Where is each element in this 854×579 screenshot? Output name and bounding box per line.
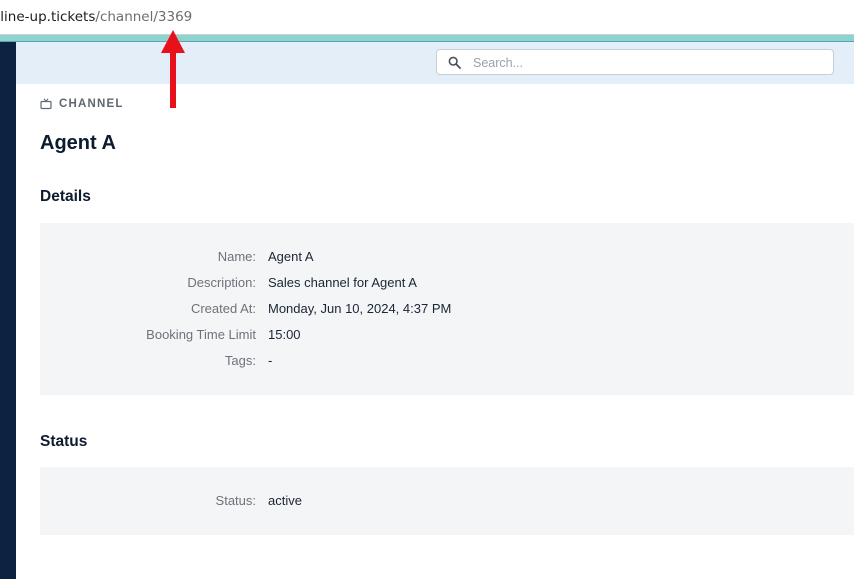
detail-row-description: Description: Sales channel for Agent A — [40, 275, 854, 295]
url-path: /channel/3369 — [95, 9, 193, 25]
detail-row-name: Name: Agent A — [40, 249, 854, 269]
detail-value: 15:00 — [268, 327, 301, 342]
tv-icon — [40, 98, 52, 110]
detail-label: Description: — [187, 275, 256, 290]
detail-row-tags: Tags: - — [40, 353, 854, 373]
detail-value: - — [268, 353, 273, 368]
detail-value: Agent A — [268, 249, 314, 264]
url-domain: .line-up.tickets — [0, 9, 96, 25]
sidebar — [0, 42, 16, 579]
status-label: Status: — [215, 493, 256, 508]
detail-value: Monday, Jun 10, 2024, 4:37 PM — [268, 301, 452, 316]
detail-row-booking-time-limit: Booking Time Limit 15:00 — [40, 327, 854, 347]
search-input[interactable] — [471, 52, 825, 74]
accent-bar — [0, 35, 854, 42]
search-icon — [448, 56, 461, 69]
section-label-text: CHANNEL — [59, 98, 124, 110]
detail-label: Booking Time Limit — [146, 327, 256, 342]
detail-value: Sales channel for Agent A — [268, 275, 417, 290]
detail-label: Name: — [217, 249, 256, 264]
browser-url-bar[interactable]: .line-up.tickets/channel/3369 — [0, 0, 854, 35]
status-panel: Status: active — [40, 467, 854, 535]
details-panel: Name: Agent A Description: Sales channel… — [40, 223, 854, 395]
detail-row-created-at: Created At: Monday, Jun 10, 2024, 4:37 P… — [40, 301, 854, 321]
section-label: CHANNEL — [40, 97, 124, 111]
status-row: Status: active — [40, 493, 854, 513]
detail-label: Created At: — [190, 301, 256, 316]
page-title: Agent A — [40, 132, 116, 154]
annotation-arrow-icon — [161, 30, 185, 108]
status-value: active — [268, 493, 302, 508]
search-box[interactable] — [436, 49, 834, 75]
status-heading: Status — [40, 433, 88, 450]
details-heading: Details — [40, 188, 91, 205]
detail-label: Tags: — [224, 353, 256, 368]
